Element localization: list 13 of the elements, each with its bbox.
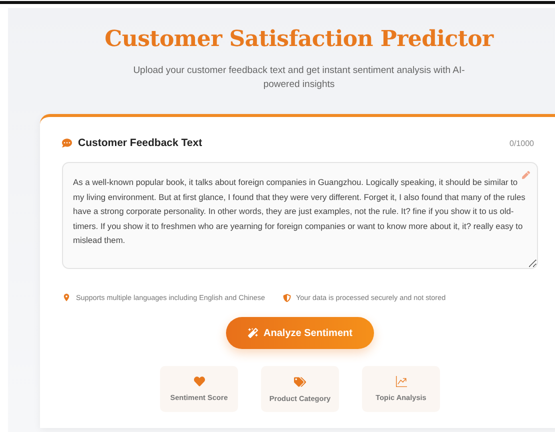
line-chart-icon — [396, 376, 406, 387]
character-counter: 0/1000 — [510, 138, 534, 148]
magic-wand-icon — [248, 328, 258, 338]
feedback-textarea[interactable]: As a well-known popular book, it talks about foreign companies in Guangzhou. Logically speaking, it should be similar to my living environment. But at first glance, I found that they were very different. Forget it, I also found that many of the rules have a strong corporate personality. In other words, they are just examples, not the rule. It? fine if you show it to us old-timers. If you show it to freshmen who are yearning for foreign companies or want to know more about it, it? really easy to mislead them. — [62, 162, 538, 269]
page-title: Customer Satisfaction Predictor — [104, 26, 494, 52]
pencil-icon — [522, 171, 530, 179]
field-label: Customer Feedback Text — [78, 137, 202, 149]
heart-icon — [194, 376, 204, 387]
speech-bubble-icon — [62, 138, 72, 148]
tags-icon — [294, 376, 306, 388]
page-subtitle: Upload your customer feedback text and get instant sentiment analysis with AI-powered insights — [132, 64, 466, 92]
shield-icon — [283, 294, 291, 302]
location-pin-icon — [62, 293, 71, 302]
